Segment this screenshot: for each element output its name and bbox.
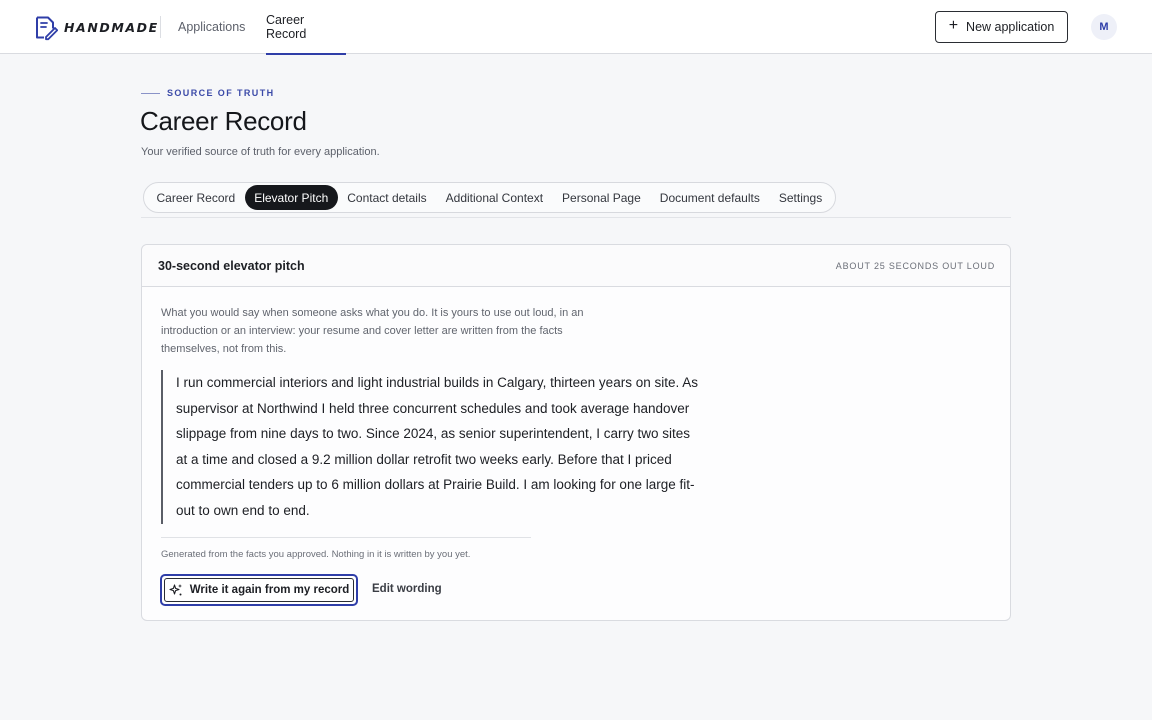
- app-logo[interactable]: HANDMADE: [34, 13, 159, 41]
- rewrite-from-record-button[interactable]: Write it again from my record: [160, 574, 358, 606]
- nav-career-record[interactable]: Career Record: [266, 0, 346, 55]
- pitch-quote: I run commercial interiors and light ind…: [161, 370, 701, 524]
- nav-career-record-label: Career Record: [266, 13, 307, 41]
- card-title: 30-second elevator pitch: [158, 259, 305, 273]
- tab-elevator-pitch[interactable]: Elevator Pitch: [244, 185, 338, 210]
- nav-divider: [160, 16, 161, 38]
- new-application-button[interactable]: + New application: [935, 11, 1068, 43]
- top-bar: HANDMADE Applications Career Record + Ne…: [0, 0, 1152, 55]
- logo-wordmark: HANDMADE: [64, 19, 159, 35]
- generated-note: Generated from the facts you approved. N…: [161, 549, 471, 560]
- edit-wording-button[interactable]: Edit wording: [372, 583, 442, 595]
- tab-contact-details[interactable]: Contact details: [338, 185, 436, 210]
- tabs-divider: [141, 217, 1011, 218]
- section-tabs: Career Record Elevator Pitch Contact det…: [143, 182, 836, 213]
- tab-settings[interactable]: Settings: [769, 185, 831, 210]
- nav-applications[interactable]: Applications: [178, 0, 245, 54]
- page-subtitle: Your verified source of truth for every …: [141, 146, 380, 158]
- plus-icon: +: [948, 17, 959, 34]
- active-nav-indicator: [266, 53, 346, 55]
- card-header: 30-second elevator pitch ABOUT 25 SECOND…: [142, 245, 1010, 287]
- new-application-label: New application: [966, 20, 1055, 34]
- eyebrow-rule: [141, 92, 160, 94]
- eyebrow-label: SOURCE OF TRUTH: [167, 88, 275, 98]
- rewrite-button-label: Write it again from my record: [189, 584, 350, 596]
- tab-additional-context[interactable]: Additional Context: [436, 185, 552, 210]
- card-intro-text: What you would say when someone asks wha…: [161, 307, 584, 355]
- user-avatar[interactable]: M: [1091, 14, 1117, 40]
- section-eyebrow: SOURCE OF TRUTH: [141, 87, 275, 99]
- page-title: Career Record: [140, 106, 307, 136]
- pitch-divider: [161, 537, 531, 538]
- tab-personal-page[interactable]: Personal Page: [553, 185, 651, 210]
- pitch-text: I run commercial interiors and light ind…: [176, 375, 698, 518]
- sparkle-icon: [169, 584, 182, 596]
- document-pen-logo-icon: [36, 16, 58, 40]
- tab-document-defaults[interactable]: Document defaults: [650, 185, 769, 210]
- tab-career-record[interactable]: Career Record: [147, 185, 245, 210]
- elevator-pitch-card: 30-second elevator pitch ABOUT 25 SECOND…: [141, 244, 1011, 621]
- reading-time-label: ABOUT 25 SECONDS OUT LOUD: [835, 261, 995, 271]
